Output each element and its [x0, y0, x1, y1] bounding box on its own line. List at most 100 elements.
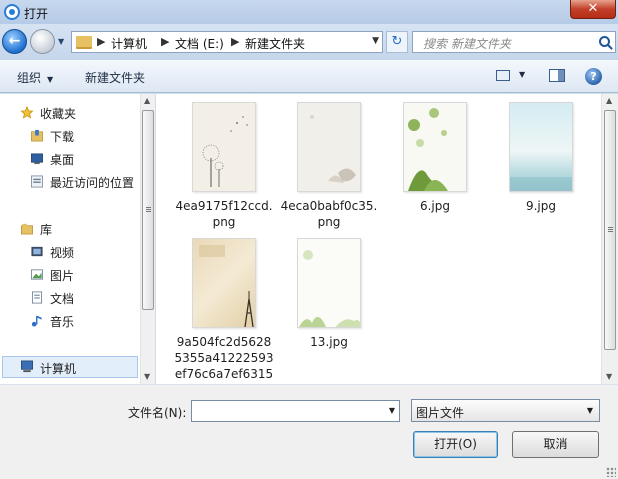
- download-folder-icon: [31, 129, 43, 142]
- file-list-scrollbar[interactable]: ▲ ▼: [601, 94, 618, 384]
- address-dropdown-icon[interactable]: ▼: [372, 36, 379, 46]
- view-dropdown-icon[interactable]: ▼: [519, 70, 525, 79]
- scroll-up-icon[interactable]: ▲: [144, 96, 150, 105]
- app-icon: [4, 4, 20, 20]
- close-button[interactable]: ✕: [570, 0, 616, 19]
- resize-grip[interactable]: [606, 467, 616, 477]
- scrollbar-thumb[interactable]: [604, 110, 616, 350]
- sidebar-item-label: 视频: [50, 246, 75, 260]
- breadcrumb-drive-e[interactable]: 文档 (E:): [175, 35, 224, 52]
- sidebar-item-favorites[interactable]: 收藏夹: [20, 104, 130, 122]
- file-type-value: 图片文件: [416, 406, 465, 420]
- dandelion-image-thumbnail: [202, 116, 248, 187]
- file-name-line: png: [212, 215, 236, 229]
- sky-sea-image-thumbnail: [510, 177, 572, 191]
- search-box[interactable]: 搜索 新建文件夹: [412, 31, 616, 53]
- file-name-line: 13.jpg: [310, 335, 348, 349]
- file-list: 4ea9175f12ccd. png 4eca0babf0c35. png 6.…: [156, 94, 601, 384]
- recent-pages-dropdown[interactable]: ▼: [58, 37, 67, 46]
- title-bar: 打开 ✕: [0, 0, 618, 24]
- organize-label: 组织: [17, 71, 42, 85]
- command-toolbar: 组织 ▼ 新建文件夹 ▼ ?: [0, 60, 618, 93]
- music-library-icon: [31, 315, 42, 327]
- file-thumbnail[interactable]: [192, 102, 256, 192]
- file-name-line: 9.jpg: [525, 199, 557, 213]
- sidebar-item-label: 文档: [50, 292, 75, 306]
- sidebar-item-documents[interactable]: 文档: [30, 289, 130, 307]
- file-name[interactable]: 6.jpg: [380, 198, 490, 214]
- star-icon: [20, 106, 34, 119]
- preview-pane-icon[interactable]: [549, 69, 565, 82]
- address-bar[interactable]: ▶ 计算机 ▶ 文档 (E:) ▶ 新建文件夹 ▼: [71, 31, 383, 53]
- back-button[interactable]: ←: [2, 29, 27, 54]
- breadcrumb-new-folder[interactable]: 新建文件夹: [245, 35, 305, 52]
- dialog-footer: 文件名(N): ▼ 图片文件 ▼ 打开(O) 取消: [0, 384, 618, 479]
- sidebar-item-music[interactable]: 音乐: [30, 312, 130, 330]
- cancel-button[interactable]: 取消: [512, 431, 599, 458]
- recent-places-icon: [31, 175, 43, 188]
- breadcrumb-separator[interactable]: ▶: [97, 35, 105, 48]
- sidebar-item-label: 收藏夹: [40, 107, 77, 121]
- file-name[interactable]: 9.jpg: [486, 198, 596, 214]
- sidebar-item-pictures[interactable]: 图片: [30, 266, 130, 284]
- file-name-line: 5355a41222593: [174, 351, 274, 365]
- scroll-up-icon[interactable]: ▲: [606, 96, 612, 105]
- breadcrumb-computer[interactable]: 计算机: [111, 35, 147, 52]
- sidebar-item-desktop[interactable]: 桌面: [30, 150, 130, 168]
- close-icon: ✕: [587, 1, 599, 16]
- file-name[interactable]: 4eca0babf0c35. png: [274, 198, 384, 230]
- new-folder-button[interactable]: 新建文件夹: [85, 69, 145, 86]
- file-name-line: ef76c6a7ef6315: [174, 367, 274, 381]
- scrollbar-thumb[interactable]: [142, 110, 154, 310]
- window-title: 打开: [24, 7, 49, 21]
- help-icon[interactable]: ?: [585, 68, 602, 85]
- organize-menu[interactable]: 组织 ▼: [17, 69, 53, 86]
- green-plant-image-thumbnail: [299, 250, 360, 327]
- folder-icon: [76, 36, 92, 49]
- file-name[interactable]: 4ea9175f12ccd. png: [169, 198, 279, 230]
- sidebar-item-recent-places[interactable]: 最近访问的位置: [30, 173, 140, 191]
- sidebar-item-videos[interactable]: 视频: [30, 243, 130, 261]
- computer-icon: [21, 360, 33, 373]
- ink-floral-image-thumbnail: [310, 115, 356, 183]
- view-options-icon[interactable]: [496, 70, 510, 81]
- sidebar-item-label: 桌面: [50, 153, 75, 167]
- sidebar-item-libraries[interactable]: 库: [20, 220, 130, 238]
- breadcrumb-separator[interactable]: ▶: [231, 35, 239, 48]
- sidebar-item-label: 库: [40, 223, 53, 237]
- forward-button[interactable]: [30, 29, 55, 54]
- file-thumbnail[interactable]: [297, 238, 361, 328]
- documents-library-icon: [31, 291, 43, 304]
- open-button[interactable]: 打开(O): [413, 431, 498, 458]
- library-icon: [21, 223, 33, 235]
- filename-dropdown-icon[interactable]: ▼: [389, 406, 395, 415]
- file-thumbnail[interactable]: [297, 102, 361, 192]
- chevron-down-icon: ▼: [586, 406, 593, 415]
- refresh-button[interactable]: ↻: [386, 31, 408, 53]
- file-name[interactable]: 13.jpg: [274, 334, 384, 350]
- eiffel-tower-image-thumbnail: [199, 245, 254, 327]
- file-type-select[interactable]: 图片文件 ▼: [411, 399, 600, 422]
- file-thumbnail[interactable]: [192, 238, 256, 328]
- scroll-down-icon[interactable]: ▼: [606, 372, 612, 381]
- scroll-down-icon[interactable]: ▼: [144, 372, 150, 381]
- navigation-bar: ← ▼ ▶ 计算机 ▶ 文档 (E:) ▶ 新建文件夹 ▼ ↻ 搜索 新建文件夹: [0, 24, 618, 60]
- file-name[interactable]: 9a504fc2d5628 5355a41222593 ef76c6a7ef63…: [169, 334, 279, 382]
- sidebar-item-label: 音乐: [50, 315, 75, 329]
- file-thumbnail[interactable]: [403, 102, 467, 192]
- search-placeholder: 搜索 新建文件夹: [423, 37, 511, 51]
- sidebar-item-label: 下载: [50, 130, 75, 144]
- sidebar-item-label: 计算机: [40, 362, 77, 376]
- filename-input[interactable]: ▼: [191, 400, 400, 422]
- chevron-down-icon: ▼: [47, 75, 54, 84]
- sidebar-item-downloads[interactable]: 下载: [30, 127, 130, 145]
- sidebar-item-computer[interactable]: 计算机: [2, 356, 138, 378]
- search-icon[interactable]: [599, 36, 610, 47]
- navigation-scrollbar[interactable]: ▲ ▼: [140, 94, 155, 384]
- picture-library-icon: [31, 269, 43, 280]
- file-name-line: png: [317, 215, 341, 229]
- video-library-icon: [31, 246, 43, 257]
- file-thumbnail[interactable]: [509, 102, 573, 192]
- breadcrumb-separator[interactable]: ▶: [161, 35, 169, 48]
- filename-label: 文件名(N):: [128, 406, 187, 420]
